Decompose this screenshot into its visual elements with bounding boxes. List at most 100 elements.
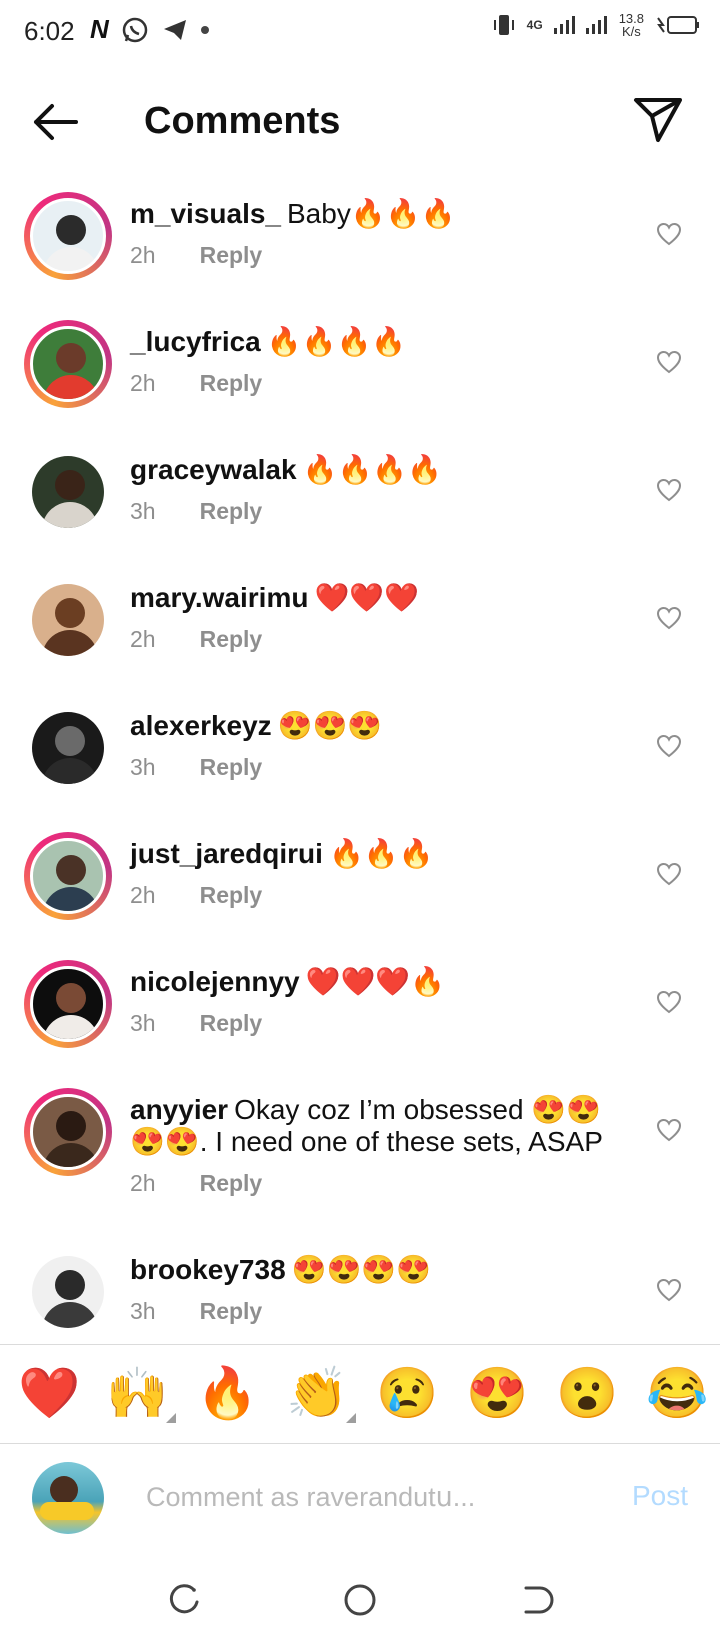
recent-apps-icon[interactable]: [164, 1580, 204, 1620]
notification-icons: N: [90, 14, 209, 45]
story-ring[interactable]: [24, 832, 112, 920]
network-speed: 13.8 K/s: [619, 12, 644, 38]
comment-row: nicolejennyy ❤️❤️❤️🔥 3h Reply: [0, 956, 720, 1084]
heart-icon[interactable]: [656, 1278, 682, 1302]
story-ring[interactable]: [24, 960, 112, 1048]
emoji-raising-hands-glyph: 🙌: [106, 1365, 169, 1421]
battery-icon: [657, 16, 699, 34]
avatar: [30, 838, 106, 914]
comment-username[interactable]: mary.wairimu: [130, 582, 308, 613]
reply-button[interactable]: Reply: [200, 626, 263, 653]
avatar: [32, 584, 104, 656]
emoji-heart-eyes[interactable]: 😍: [466, 1365, 528, 1421]
reply-button[interactable]: Reply: [200, 1010, 263, 1037]
story-ring[interactable]: [24, 1088, 112, 1176]
heart-icon[interactable]: [656, 222, 682, 246]
comment-username[interactable]: anyyier: [130, 1094, 228, 1125]
emoji-crying[interactable]: 😢: [376, 1365, 438, 1421]
story-ring[interactable]: [24, 320, 112, 408]
page-title: Comments: [144, 100, 341, 142]
emoji-surprised[interactable]: 😮: [556, 1365, 618, 1421]
comment-time: 3h: [130, 1010, 156, 1036]
speed-unit: K/s: [621, 24, 641, 39]
comment-text: Baby🔥🔥🔥: [287, 198, 456, 229]
telegram-icon: [163, 19, 186, 40]
comment-username[interactable]: alexerkeyz: [130, 710, 272, 741]
comment-time: 3h: [130, 498, 156, 524]
avatar: [32, 712, 104, 784]
heart-icon[interactable]: [656, 606, 682, 630]
comment-composer: Post: [0, 1444, 720, 1554]
comment-row: just_jaredqirui 🔥🔥🔥 2h Reply: [0, 828, 720, 956]
comment-text: 🔥🔥🔥: [328, 838, 434, 869]
comment-text: ❤️❤️❤️🔥: [305, 966, 446, 997]
comment-text: 🔥🔥🔥🔥: [266, 326, 407, 357]
story-ring[interactable]: [24, 192, 112, 280]
comment-username[interactable]: graceywalak: [130, 454, 297, 485]
app-n-icon: N: [90, 14, 109, 44]
reply-button[interactable]: Reply: [200, 1298, 263, 1325]
reply-button[interactable]: Reply: [200, 754, 263, 781]
whatsapp-icon: [122, 17, 148, 42]
emoji-laughing[interactable]: 😂: [646, 1365, 708, 1421]
post-button[interactable]: Post: [632, 1480, 688, 1512]
dot-icon: [200, 25, 209, 34]
avatar: [32, 456, 104, 528]
reply-button[interactable]: Reply: [200, 242, 263, 269]
status-time: 6:02: [24, 16, 75, 46]
emoji-heart[interactable]: ❤️: [18, 1365, 80, 1421]
back-nav-icon[interactable]: [516, 1580, 556, 1620]
heart-icon[interactable]: [656, 350, 682, 374]
avatar-wrap[interactable]: [24, 1248, 112, 1336]
avatar: [30, 198, 106, 274]
avatar: [30, 1094, 106, 1170]
comment-username[interactable]: just_jaredqirui: [130, 838, 323, 869]
comment-username[interactable]: _lucyfrica: [130, 326, 261, 357]
comment-text: 🔥🔥🔥🔥: [302, 454, 443, 485]
reply-button[interactable]: Reply: [200, 370, 263, 397]
comment-time: 3h: [130, 754, 156, 780]
home-icon[interactable]: [340, 1580, 380, 1620]
heart-icon[interactable]: [656, 734, 682, 758]
emoji-fire[interactable]: 🔥: [196, 1365, 258, 1421]
system-nav-bar: [0, 1560, 720, 1640]
comments-list: m_visuals_ Baby🔥🔥🔥 2h Reply _lucyfrica 🔥🔥🔥🔥…: [0, 188, 720, 1372]
comment-text: 😍😍😍: [277, 710, 383, 741]
reply-button[interactable]: Reply: [200, 882, 263, 909]
reply-button[interactable]: Reply: [200, 498, 263, 525]
comment-time: 2h: [130, 242, 156, 268]
send-icon[interactable]: [632, 94, 684, 146]
back-arrow-icon[interactable]: [28, 98, 80, 146]
heart-icon[interactable]: [656, 478, 682, 502]
heart-icon[interactable]: [656, 990, 682, 1014]
emoji-raising-hands[interactable]: 🙌: [106, 1365, 177, 1423]
comment-input[interactable]: [144, 1472, 568, 1522]
header: Comments: [0, 80, 720, 164]
comment-username[interactable]: nicolejennyy: [130, 966, 300, 997]
system-icons: 4G 13.8 K/s: [491, 12, 700, 38]
comment-row: mary.wairimu ❤️❤️❤️ 2h Reply: [0, 572, 720, 700]
avatar-wrap[interactable]: [24, 448, 112, 536]
reply-button[interactable]: Reply: [200, 1170, 263, 1197]
emoji-clapping[interactable]: 👏: [286, 1365, 357, 1423]
emoji-reaction-bar: ❤️ 🙌 🔥 👏 😢 😍 😮 😂: [0, 1344, 720, 1444]
avatar: [30, 326, 106, 402]
network-type: 4G: [526, 18, 543, 32]
comment-text: ❤️❤️❤️: [314, 582, 420, 613]
comment-username[interactable]: brookey738: [130, 1254, 286, 1285]
comment-row: m_visuals_ Baby🔥🔥🔥 2h Reply: [0, 188, 720, 316]
vibrate-icon: [493, 15, 514, 35]
status-bar: 6:02 N 4G 13.8 K/s: [0, 0, 720, 64]
comment-username[interactable]: m_visuals_: [130, 198, 281, 229]
heart-icon[interactable]: [656, 1118, 682, 1142]
avatar: [32, 1256, 104, 1328]
comment-row: alexerkeyz 😍😍😍 3h Reply: [0, 700, 720, 828]
comment-text: 😍😍😍😍: [291, 1254, 432, 1285]
comment-time: 3h: [130, 1298, 156, 1324]
comment-time: 2h: [130, 370, 156, 396]
heart-icon[interactable]: [656, 862, 682, 886]
comment-row: graceywalak 🔥🔥🔥🔥 3h Reply: [0, 444, 720, 572]
comment-row: _lucyfrica 🔥🔥🔥🔥 2h Reply: [0, 316, 720, 444]
avatar-wrap[interactable]: [24, 576, 112, 664]
avatar-wrap[interactable]: [24, 704, 112, 792]
